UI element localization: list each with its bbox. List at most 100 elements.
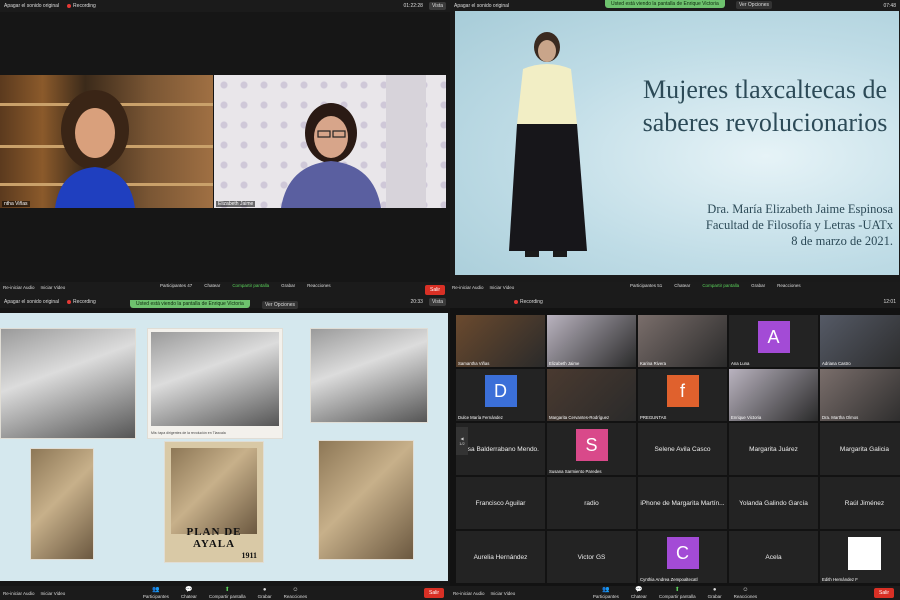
participant-tile[interactable]: Adriana Castro <box>820 315 900 367</box>
participant-video <box>547 369 636 421</box>
upper-controlbar-strip: Re-iniciar Audio Iniciar Video Participa… <box>0 282 900 296</box>
participant-tile[interactable]: radio <box>547 477 636 529</box>
meeting-window-gallery: Apagar el sonido original Recording 01:2… <box>0 0 450 282</box>
audio-button[interactable]: Re-iniciar Audio <box>452 285 484 290</box>
reactions-button[interactable]: ☺ Reacciones <box>284 587 308 599</box>
share-screen-button[interactable]: Compartir pantalla <box>702 283 739 288</box>
chat-button[interactable]: 💬 Chatear <box>181 587 197 599</box>
participant-tile[interactable]: Edith Hernández F <box>820 531 900 583</box>
video-button[interactable]: Iniciar Video <box>41 591 66 596</box>
participant-tile[interactable]: Margarita Cervantes-Rodríguez <box>547 369 636 421</box>
meeting-window-shared-photos: Apagar el sonido original Recording 20:3… <box>0 296 450 600</box>
participants-button[interactable]: Participantes 47 <box>160 283 192 288</box>
reactions-button[interactable]: Reacciones <box>777 283 801 288</box>
participant-tile[interactable]: resa Balderrabano Mendo. <box>456 423 545 475</box>
audio-button[interactable]: Re-iniciar Audio <box>453 591 485 596</box>
view-options-button[interactable]: Ver Opciones <box>262 301 299 309</box>
participant-name: Raúl Jiménez <box>844 499 885 507</box>
participant-tile[interactable]: Aurelia Hernández <box>456 531 545 583</box>
audio-original-toggle[interactable]: Apagar el sonido original <box>4 3 59 9</box>
recording-indicator: Recording <box>67 299 96 305</box>
participants-button[interactable]: 👥 Participantes <box>593 587 619 599</box>
participant-tile[interactable]: Raúl Jiménez <box>820 477 900 529</box>
record-button[interactable]: ● Grabar <box>708 587 722 599</box>
share-screen-button[interactable]: Compartir pantalla <box>232 283 269 288</box>
leave-button[interactable]: Salir <box>423 588 444 598</box>
participant-tile[interactable]: Margarita Galicia <box>820 423 900 475</box>
record-button[interactable]: Grabar <box>281 283 295 288</box>
audio-video-controls: Re-iniciar Audio Iniciar Video <box>3 591 65 596</box>
participant-video <box>638 315 727 367</box>
record-button[interactable]: ● Grabar <box>258 587 272 599</box>
leave-button[interactable]: Salir <box>425 285 446 295</box>
chat-button[interactable]: Chatear <box>204 283 220 288</box>
chat-button[interactable]: Chatear <box>674 283 690 288</box>
audio-button[interactable]: Re-iniciar Audio <box>3 285 35 290</box>
slide-credits: Dra. María Elizabeth Jaime Espinosa Facu… <box>706 201 893 249</box>
view-button[interactable]: Vista <box>428 298 446 306</box>
reactions-button[interactable]: Reacciones <box>307 283 331 288</box>
meeting-topbar: Recording 12:01 <box>450 296 900 308</box>
participant-tile[interactable]: Samantha Viñas <box>456 315 545 367</box>
meeting-timer: 07:48 <box>883 3 896 9</box>
participant-tile[interactable]: Karina Rivera <box>638 315 727 367</box>
record-button[interactable]: Grabar <box>751 283 765 288</box>
participant-name: iPhone de Margarita Martín... <box>640 499 725 507</box>
view-options-button[interactable]: Ver Opciones <box>736 1 773 9</box>
video-button[interactable]: Iniciar Video <box>490 285 515 290</box>
meeting-controlbar: Re-iniciar Audio Iniciar Video 👥 Particip… <box>0 586 450 600</box>
participants-icon: 👥 <box>152 587 160 593</box>
participant-video <box>820 369 900 421</box>
screen-share-banner: Usted está viendo la pantalla de Enrique… <box>605 0 725 8</box>
participant-tile[interactable]: Margarita Juárez <box>729 423 818 475</box>
meeting-topbar: Apagar el sonido original Recording 01:2… <box>0 0 450 12</box>
participant-avatar <box>848 537 881 570</box>
participant-name: Elizabeth Jaime <box>549 361 580 366</box>
meeting-controlbar: Re-iniciar Audio Iniciar Video 👥 Particip… <box>450 586 900 600</box>
participant-tile[interactable]: A Ana Luna <box>729 315 818 367</box>
participant-name: Elizabeth Jaime <box>216 201 256 207</box>
video-tile-elizabeth[interactable]: Elizabeth Jaime <box>214 75 446 208</box>
video-button[interactable]: Iniciar Video <box>41 285 66 290</box>
participant-video <box>55 90 135 208</box>
participant-tile[interactable]: Selene Avila Casco <box>638 423 727 475</box>
participant-tile[interactable]: Victor GS <box>547 531 636 583</box>
participant-video <box>547 315 636 367</box>
chat-button[interactable]: 💬 Chatear <box>631 587 647 599</box>
video-tile-samantha[interactable]: ntha Viñas <box>0 75 213 208</box>
audio-original-toggle[interactable]: Apagar el sonido original <box>4 299 59 305</box>
slide-faculty: Facultad de Filosofía y Letras -UATx <box>705 218 893 232</box>
participant-tile[interactable]: Francisco Aguilar <box>456 477 545 529</box>
participant-tile[interactable]: f PREGUNTAS <box>638 369 727 421</box>
participant-video <box>729 369 818 421</box>
participant-avatar: A <box>757 321 790 353</box>
participant-tile[interactable]: Dra. Martha Olmos <box>820 369 900 421</box>
video-button[interactable]: Iniciar Video <box>491 591 516 596</box>
share-screen-button[interactable]: ⬆ Compartir pantalla <box>659 587 696 599</box>
participants-button[interactable]: 👥 Participantes <box>143 587 169 599</box>
participants-button[interactable]: Participantes 51 <box>630 283 662 288</box>
participant-tile[interactable]: Acela <box>729 531 818 583</box>
plan-de-ayala-portrait: PLAN DE AYALA 1911 <box>164 441 264 563</box>
participant-grid: Samantha Viñas Elizabeth Jaime Karina Rive… <box>456 315 900 583</box>
view-button[interactable]: Vista <box>428 2 446 10</box>
leave-button[interactable]: Salir <box>873 588 894 598</box>
participant-tile[interactable]: Yolanda Galindo García <box>729 477 818 529</box>
participant-tile[interactable]: Enrique Victoria <box>729 369 818 421</box>
recording-indicator: Recording <box>514 299 543 305</box>
audio-button[interactable]: Re-iniciar Audio <box>3 591 35 596</box>
audio-original-toggle[interactable]: Apagar el sonido original <box>454 3 509 9</box>
participant-tile[interactable]: Elizabeth Jaime <box>547 315 636 367</box>
participant-avatar: C <box>666 537 699 569</box>
participant-avatar: D <box>484 375 517 407</box>
reactions-button[interactable]: ☺ Reacciones <box>734 587 758 599</box>
participant-tile[interactable]: S Susana Sarmiento Paredes <box>547 423 636 475</box>
record-icon: ● <box>712 587 717 593</box>
share-screen-button[interactable]: ⬆ Compartir pantalla <box>209 587 246 599</box>
participant-tile[interactable]: iPhone de Margarita Martín... <box>638 477 727 529</box>
presentation-slide: Mujeres tlaxcaltecas de saberes revoluci… <box>455 11 899 275</box>
participant-tile[interactable]: D Dulce María Fernández <box>456 369 545 421</box>
participant-tile[interactable]: C Cynthia Andrea Zempoaltecatl <box>638 531 727 583</box>
historic-photo-crowd <box>310 328 428 423</box>
gallery-pager[interactable]: ◀ 1/2 <box>456 427 468 455</box>
